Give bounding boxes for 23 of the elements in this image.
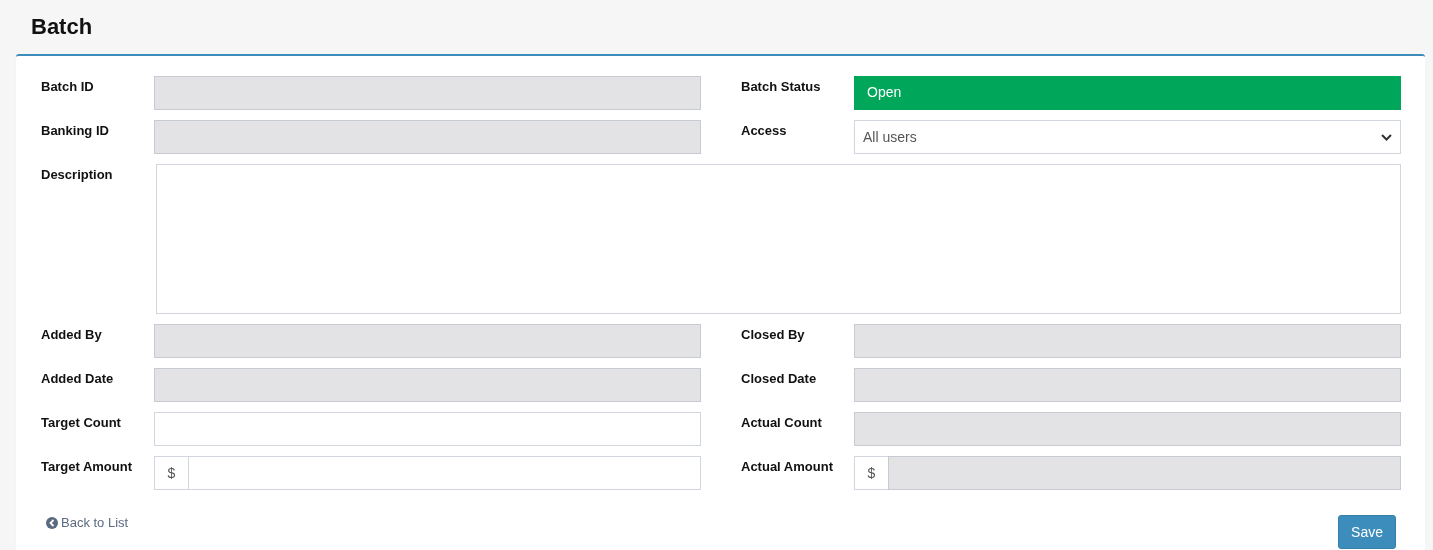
field-label: Access [741,122,788,138]
field-label: Target Amount [41,458,133,474]
save-button[interactable]: Save [1338,515,1396,549]
status-field: Open [854,76,1401,110]
amount-field[interactable] [188,456,701,490]
field-label: Closed Date [741,370,818,386]
page-title: Batch [30,13,94,41]
field-label: Target Count [41,414,122,430]
field-label: Batch ID [41,78,95,94]
text-field[interactable] [154,412,701,446]
field-label: Added By [41,326,103,342]
field-label: Closed By [741,326,806,342]
access-select[interactable]: All users [854,120,1401,154]
description-field[interactable] [156,164,1401,314]
arrow-circle-left-icon [46,516,58,529]
field-label: Added Date [41,370,115,386]
field-label: Description [41,166,114,182]
field-label: Actual Count [741,414,823,430]
field-label: Actual Amount [741,458,834,474]
back-link[interactable]: Back to List [46,515,129,530]
chevron-down-icon [1381,133,1392,141]
field-label: Batch Status [741,78,822,94]
field-label: Banking ID [41,122,110,138]
